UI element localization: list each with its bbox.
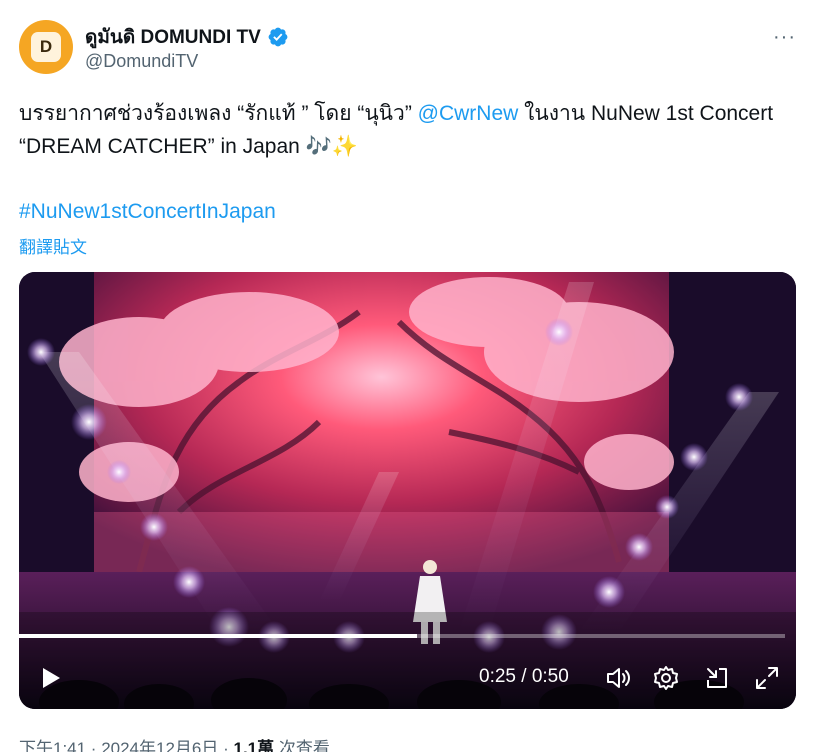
timestamp[interactable]: 下午1:41 · 2024年12月6日 · xyxy=(19,739,233,752)
fullscreen-button[interactable] xyxy=(749,652,785,704)
more-options-button[interactable]: ··· xyxy=(773,26,796,49)
video-progress-track[interactable] xyxy=(19,634,785,638)
avatar-logo-icon: D xyxy=(31,32,61,62)
pip-icon xyxy=(707,668,727,688)
tweet-text-part1: บรรยากาศช่วงร้องเพลง “รักแท้ ” โดย “นุนิ… xyxy=(19,102,418,125)
hashtag-link[interactable]: #NuNew1stConcertInJapan xyxy=(19,195,276,228)
author-name-row: ดูมันดิ DOMUNDI TV xyxy=(85,22,289,52)
author-handle[interactable]: @DomundiTV xyxy=(85,51,198,72)
picture-in-picture-button[interactable] xyxy=(699,652,735,704)
play-icon xyxy=(43,668,60,688)
views-count: 1.1萬 xyxy=(233,739,275,752)
tweet-text: บรรยากาศช่วงร้องเพลง “รักแท้ ” โดย “นุนิ… xyxy=(19,97,809,163)
views-label: 次查看 xyxy=(274,739,330,752)
avatar[interactable]: D xyxy=(19,20,73,74)
video-time: 0:25 / 0:50 xyxy=(479,666,569,687)
play-button[interactable] xyxy=(33,652,69,704)
avatar-glyph: D xyxy=(39,37,53,56)
translate-post-link[interactable]: 翻譯貼文 xyxy=(19,233,87,258)
video-progress-fill xyxy=(19,634,418,638)
display-name[interactable]: ดูมันดิ DOMUNDI TV xyxy=(85,22,261,52)
volume-icon xyxy=(607,668,630,688)
volume-button[interactable] xyxy=(601,652,637,704)
fullscreen-icon xyxy=(756,667,778,689)
mention-link[interactable]: @CwrNew xyxy=(418,102,519,125)
video-frame xyxy=(19,272,796,709)
video-player[interactable]: 0:25 / 0:50 xyxy=(19,272,796,709)
tweet-meta: 下午1:41 · 2024年12月6日 · 1.1萬 次查看 xyxy=(19,734,330,752)
settings-button[interactable] xyxy=(648,652,684,704)
video-controls xyxy=(19,652,796,704)
verified-badge-icon xyxy=(268,27,288,47)
settings-icon xyxy=(654,666,678,690)
